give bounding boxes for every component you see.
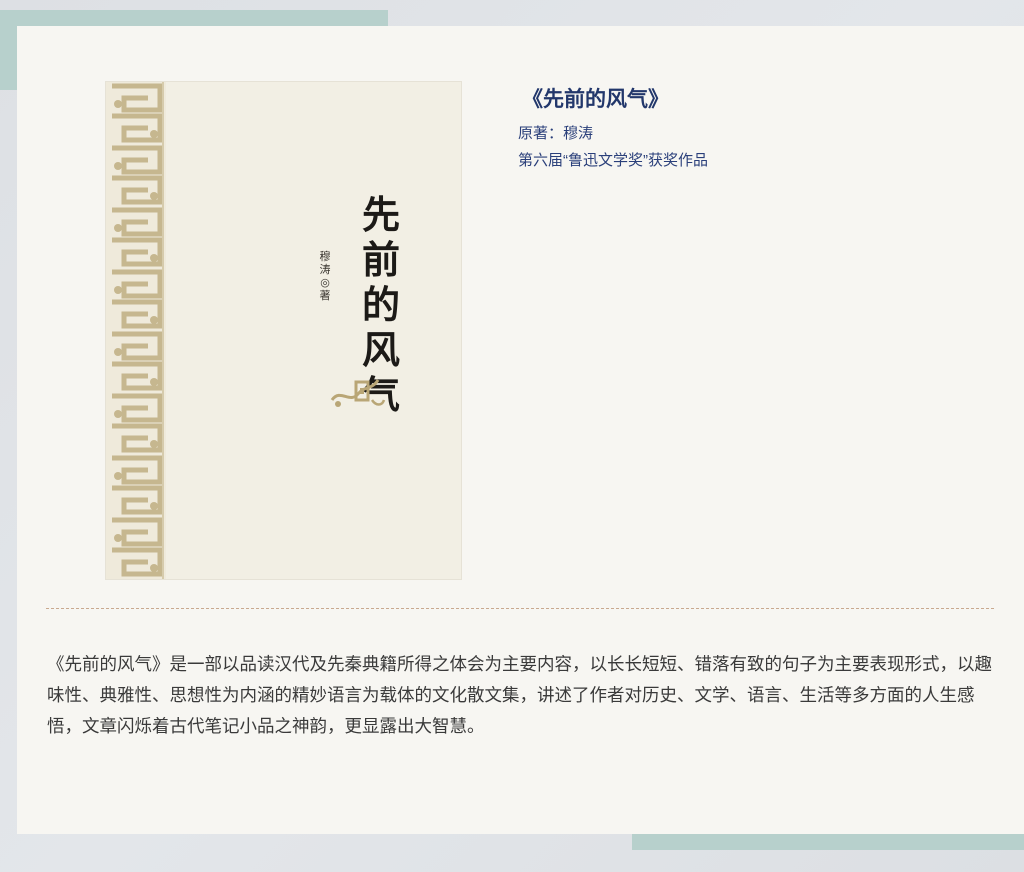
cover-title-char: 前 (361, 237, 400, 282)
cover-pattern-band (106, 82, 166, 579)
book-card: 先 前 的 风 气 穆涛◎著 《先前的风气》 原著：穆涛 第六届“鲁迅文学奖”获… (17, 26, 1024, 834)
book-cover-image: 先 前 的 风 气 穆涛◎著 (106, 82, 461, 579)
cover-title-char: 先 (361, 192, 400, 237)
author-name: 穆涛 (563, 125, 594, 142)
cover-title-char: 的 (361, 282, 400, 327)
cover-author-vertical: 穆涛◎著 (319, 250, 331, 302)
section-divider (46, 608, 994, 609)
book-info: 《先前的风气》 原著：穆涛 第六届“鲁迅文学奖”获奖作品 (518, 84, 708, 174)
book-title: 《先前的风气》 (522, 88, 669, 111)
ornamental-pattern-icon (106, 82, 166, 579)
dragon-emblem-icon (330, 379, 386, 407)
award-line: 第六届“鲁迅文学奖”获奖作品 (518, 152, 708, 169)
book-description: 《先前的风气》是一部以品读汉代及先秦典籍所得之体会为主要内容，以长长短短、错落有… (47, 654, 992, 736)
author-label: 原著： (518, 125, 564, 142)
cover-title-char: 风 (361, 327, 400, 372)
author-line: 原著：穆涛 (518, 120, 708, 147)
